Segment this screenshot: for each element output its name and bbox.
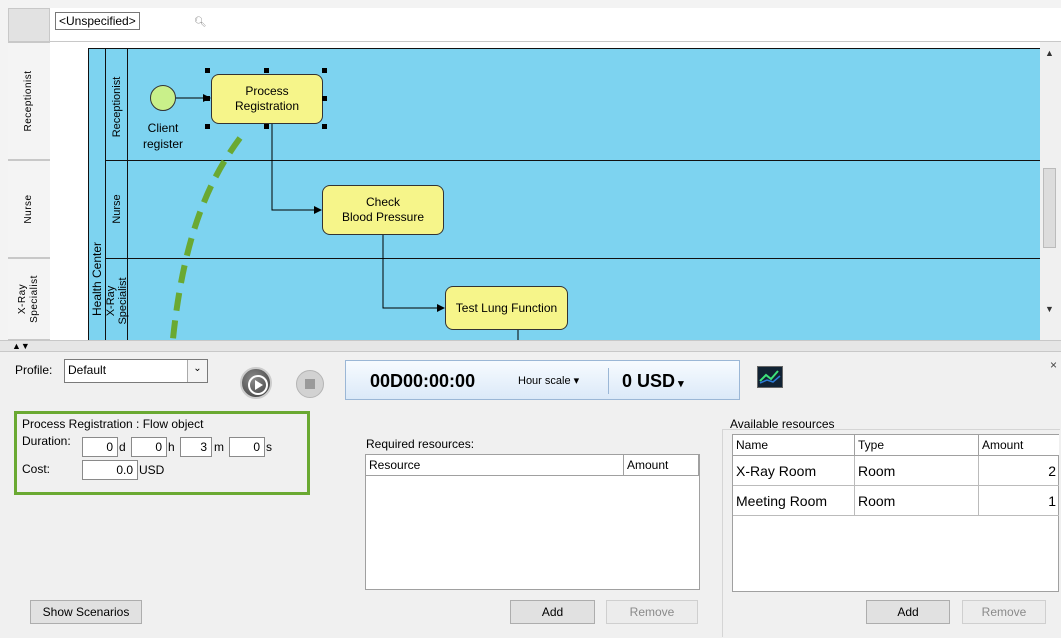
selection-handle[interactable] [322,96,327,101]
task-test-lung-function[interactable]: Test Lung Function [445,286,568,330]
simulation-clock: 00D00:00:00 Hour scale ▾ 0 USD ▾ [345,360,740,400]
search-icon[interactable]: 🔍︎ [194,17,207,28]
pool-label: Health Center [90,241,104,317]
profile-select[interactable]: Default ⌄ [64,359,208,383]
play-button[interactable] [240,367,272,399]
task-process-registration[interactable]: Process Registration [211,74,323,124]
remove-required-resource-button[interactable]: Remove [606,600,698,624]
hour-scale-label: Hour scale [518,375,571,387]
lane-header-xray-specialist[interactable]: X-Ray Specialist [8,258,50,340]
required-resources-title: Required resources: [366,437,475,451]
profile-label: Profile: [15,363,53,377]
simulation-panel: Profile: Default ⌄ 00D00:00:00 Hour scal… [0,352,1061,638]
column-header-type[interactable]: Type [855,435,979,456]
timer-divider [608,368,609,394]
show-scenarios-button[interactable]: Show Scenarios [30,600,142,624]
required-resources-table[interactable]: Resource Amount [365,454,700,590]
corner-cell [8,8,50,42]
start-event[interactable] [150,85,176,111]
lane-label-receptionist: Receptionist [111,76,123,138]
play-icon [248,375,268,395]
hour-scale-dropdown[interactable]: Hour scale ▾ [518,374,579,387]
start-event-label: Client register [142,121,183,151]
lane-header-nurse[interactable]: Nurse [8,160,50,258]
chart-icon[interactable] [757,366,783,388]
scrollbar-thumb[interactable] [1043,168,1056,248]
table-cell-name[interactable]: X-Ray Room [733,456,855,486]
available-resources-table[interactable]: Name Type Amount X-Ray Room Room 2 Meeti… [732,434,1059,592]
highlight-box [14,411,310,495]
remove-available-resource-button[interactable]: Remove [962,600,1046,624]
column-header-name[interactable]: Name [733,435,855,456]
selection-handle[interactable] [322,124,327,129]
table-cell-type[interactable]: Room [855,456,979,486]
context-tag[interactable]: <Unspecified> [55,12,140,30]
table-cell-amount[interactable]: 1 [979,486,1059,516]
panel-splitter[interactable]: ▲▼ [0,340,1061,352]
lane-headers: Receptionist Nurse X-Ray Specialist [8,42,50,340]
lane-header-label: Receptionist [23,70,34,132]
column-header-amount[interactable]: Amount [979,435,1059,456]
selection-handle[interactable] [322,68,327,73]
selection-handle[interactable] [264,124,269,129]
selection-handle[interactable] [264,68,269,73]
lane-separator [106,258,1055,259]
scroll-up-icon[interactable]: ▲ [1045,48,1054,58]
available-resources-title: Available resources [730,417,835,431]
selection-handle[interactable] [205,68,210,73]
cost-total-value: 0 USD [622,371,676,391]
table-cell-amount[interactable]: 2 [979,456,1059,486]
task-check-blood-pressure[interactable]: Check Blood Pressure [322,185,444,235]
cost-total-dropdown[interactable]: 0 USD ▾ [622,371,684,392]
vertical-scrollbar[interactable]: ▲ ▼ [1040,42,1061,340]
profile-value: Default [68,363,107,377]
stop-icon [305,379,315,389]
scroll-down-icon[interactable]: ▼ [1045,304,1054,314]
lane-header-label: X-Ray Specialist [17,275,40,323]
column-header-resource[interactable]: Resource [366,455,624,476]
lane-label-xray-specialist: X-Ray Specialist [105,277,129,325]
chart-line-icon [759,370,781,384]
timer-value: 00D00:00:00 [370,371,476,391]
selection-handle[interactable] [205,124,210,129]
stop-button[interactable] [296,370,324,398]
collapse-arrows-icon[interactable]: ▲▼ [12,341,30,351]
add-available-resource-button[interactable]: Add [866,600,950,624]
lane-header-receptionist[interactable]: Receptionist [8,42,50,160]
pool-label-column: Health Center [89,49,106,340]
add-required-resource-button[interactable]: Add [510,600,595,624]
lane-label-nurse: Nurse [111,194,123,224]
table-cell-type[interactable]: Room [855,486,979,516]
column-header-amount[interactable]: Amount [624,455,699,476]
close-icon[interactable]: × [1050,358,1057,372]
chevron-down-icon[interactable]: ⌄ [187,360,207,382]
selection-handle[interactable] [205,96,210,101]
table-cell-name[interactable]: Meeting Room [733,486,855,516]
lane-header-label: Nurse [23,194,34,224]
context-bar: <Unspecified> 🔍︎ [50,8,1061,42]
lane-separator [106,160,1055,161]
diagram-area[interactable]: <Unspecified> 🔍︎ Receptionist Nurse X-Ra… [0,0,1061,340]
